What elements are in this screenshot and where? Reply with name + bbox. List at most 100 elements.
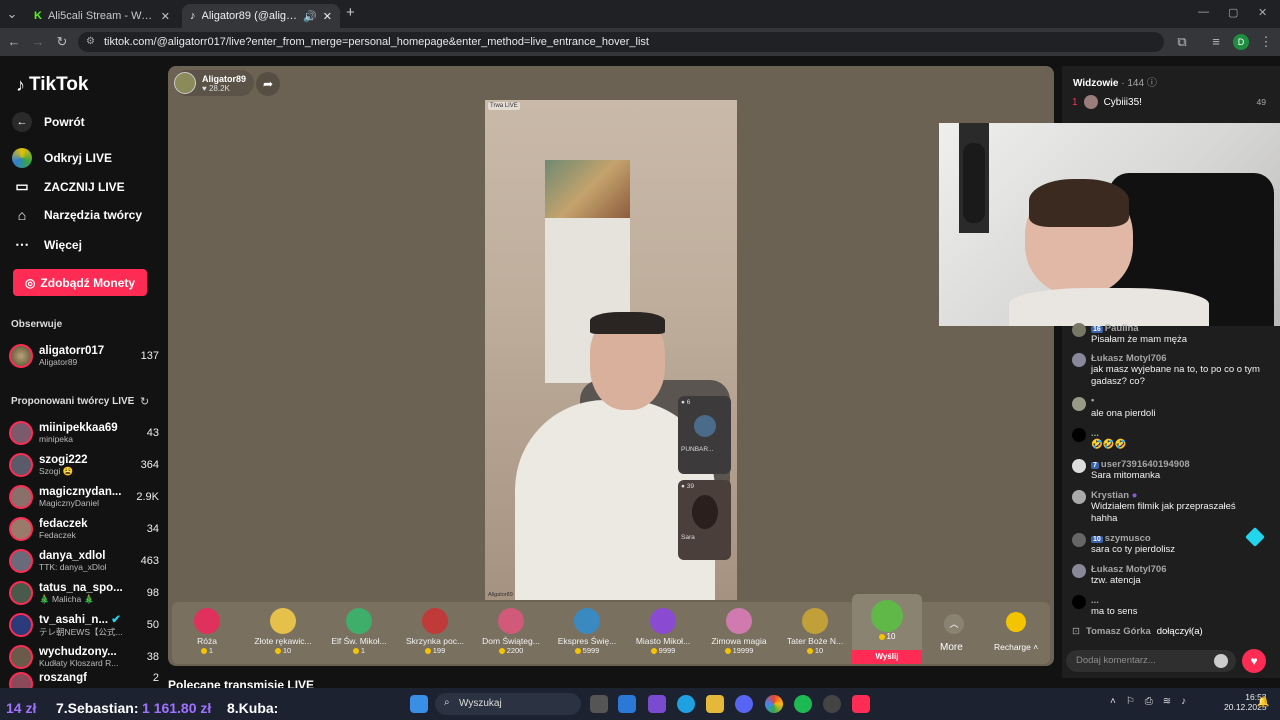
suggested-item[interactable]: tv_asahi_n... ✔ テレ朝NEWS【公式... 50 — [9, 610, 159, 640]
host-badge[interactable]: Aligator89 ♥ 28.2K — [174, 70, 255, 96]
featured-gift[interactable]: 10 Wyślij — [852, 594, 922, 664]
suggested-item[interactable]: magicznydan... MagicznyDaniel 2.9K — [9, 482, 159, 512]
tab-aligator[interactable]: ♪ Aligator89 (@aligatorr017) 🔊 ✕ — [182, 4, 340, 28]
nav-back[interactable]: ← Powrót — [12, 112, 85, 132]
avatar — [9, 581, 33, 605]
nav-more[interactable]: ⋯ Więcej — [12, 236, 82, 253]
suggested-item[interactable]: miinipekkaa69 minipeka 43 — [9, 418, 159, 448]
avatar — [1072, 595, 1086, 609]
chevron-up-icon[interactable]: ︿ — [944, 614, 964, 634]
ticker-amount: 1 161.80 zł — [142, 700, 212, 716]
chat-username: ... — [1091, 428, 1099, 439]
task-view-icon[interactable] — [590, 695, 608, 713]
avatar — [1072, 564, 1086, 578]
profile-avatar[interactable]: D — [1233, 34, 1249, 50]
comment-input[interactable]: Dodaj komentarz... — [1066, 650, 1236, 672]
maximize-icon[interactable]: ▢ — [1228, 6, 1238, 19]
train-gift-icon — [574, 608, 600, 634]
nav-start-live[interactable]: ▭ ZACZNIJ LIVE — [12, 178, 124, 195]
gift-item[interactable]: Tater Boże N... 10 — [780, 602, 850, 664]
copilot-icon[interactable] — [648, 695, 666, 713]
more-gifts-button[interactable]: More — [940, 642, 963, 653]
new-tab-button[interactable]: + — [346, 4, 355, 21]
spotify-icon[interactable] — [794, 695, 812, 713]
emoji-icon[interactable] — [1214, 654, 1228, 668]
avatar — [9, 645, 33, 669]
back-icon[interactable]: ← — [4, 28, 24, 56]
avatar — [9, 549, 33, 573]
obs-icon[interactable] — [823, 695, 841, 713]
gift-item[interactable]: Skrzynka poc... 199 — [400, 602, 470, 664]
tab-search-chevron-icon[interactable]: ⌄ — [2, 0, 22, 28]
gift-item[interactable]: Róża 1 — [172, 602, 242, 664]
live-player[interactable]: Aligator89 ♥ 28.2K ➦ Trwa LIVE Aligator8… — [168, 66, 1054, 666]
edge-icon[interactable] — [677, 695, 695, 713]
site-info-icon[interactable]: ⚙ — [86, 36, 95, 47]
browser-menu-icon[interactable]: ⋮ — [1256, 28, 1276, 56]
tiktok-app-icon[interactable] — [852, 695, 870, 713]
suggested-item[interactable]: szogi222 Szogi 😩 364 — [9, 450, 159, 480]
reload-icon[interactable]: ↻ — [52, 28, 72, 56]
top-viewer-row[interactable]: 1 Cybiii35! 49 — [1072, 95, 1266, 109]
share-button[interactable]: ➦ — [256, 72, 280, 96]
tiktok-logo[interactable]: ♪ TikTok — [16, 74, 88, 96]
tab-ali5cali[interactable]: K Ali5cali Stream - Watch Live on ✕ — [26, 4, 178, 28]
ticker-left: 14 zł — [6, 700, 37, 716]
extensions-icon[interactable]: ⧉ — [1172, 28, 1192, 56]
media-control-icon[interactable]: ≡ — [1206, 28, 1226, 56]
recharge-button[interactable]: Recharge ˄ — [994, 642, 1038, 652]
audio-playing-icon[interactable]: 🔊 — [303, 10, 317, 23]
send-gift-button[interactable]: Wyślij — [852, 650, 922, 664]
suggested-item[interactable]: wychudzony... Kudłaty Kloszard R... 38 — [9, 642, 159, 672]
discord-icon[interactable] — [735, 695, 753, 713]
nav-creator-tools[interactable]: ⌂ Narzędzia twórcy — [12, 207, 142, 223]
store-icon[interactable] — [618, 695, 636, 713]
host-avatar — [174, 72, 196, 94]
close-window-icon[interactable]: ✕ — [1258, 6, 1267, 19]
chat-text: ma to sens — [1091, 606, 1138, 617]
gift-item[interactable]: Dom Świąteg... 2200 — [476, 602, 546, 664]
suggested-item[interactable]: tatus_na_spo... 🎄 Malicha 🎄 98 — [9, 578, 159, 608]
suggested-item[interactable]: fedaczek Fedaczek 34 — [9, 514, 159, 544]
refresh-icon[interactable]: ↻ — [140, 395, 149, 408]
gift-item[interactable]: Złote rękawic... 10 — [248, 602, 318, 664]
recharge-coin-icon[interactable] — [1006, 612, 1026, 632]
gift-item[interactable]: Elf Św. Mikoł... 1 — [324, 602, 394, 664]
close-tab-icon[interactable]: ✕ — [161, 10, 170, 23]
like-heart-button[interactable]: ♥ — [1242, 649, 1266, 673]
poster-image — [545, 160, 630, 220]
viewer-count: 34 — [146, 523, 159, 535]
suggested-header: Proponowani twórcy LIVE — [11, 396, 135, 407]
get-coins-button[interactable]: ◎ Zdobądź Monety — [13, 269, 147, 296]
nav-discover-live[interactable]: Odkryj LIVE — [12, 148, 112, 168]
gift-price: 10 — [282, 646, 292, 655]
forward-icon[interactable]: → — [28, 28, 48, 56]
notification-icon[interactable]: 🔔 — [1257, 697, 1269, 708]
avatar — [1072, 533, 1086, 547]
guest-box[interactable]: ● 6 PUNBAR... — [678, 396, 731, 474]
suggested-item[interactable]: roszangf 2 — [9, 672, 159, 688]
minimize-icon[interactable]: — — [1198, 6, 1209, 18]
viewers-header[interactable]: Widzowie · 144 ⓘ — [1073, 74, 1157, 89]
join-icon: ⊡ — [1072, 626, 1080, 637]
taskbar-search[interactable]: Wyszukaj — [435, 693, 581, 715]
chrome-icon[interactable] — [765, 695, 783, 713]
guest-box[interactable]: ● 39 Sara — [678, 480, 731, 560]
elf-gift-icon — [346, 608, 372, 634]
windows-start-icon[interactable] — [410, 695, 428, 713]
viewer-count: 137 — [140, 350, 159, 362]
close-tab-icon[interactable]: ✕ — [323, 10, 332, 23]
join-username: Tomasz Górka — [1085, 626, 1151, 637]
chat-text: sara co ty pierdolisz — [1091, 544, 1175, 555]
gift-item[interactable]: Ekspres Świę... 5999 — [552, 602, 622, 664]
suggested-item[interactable]: danya_xdlol TTK: danya_xDlol 463 — [9, 546, 159, 576]
creator-sub: Szogi 😩 — [39, 465, 74, 476]
gift-item[interactable]: Zimowa magia 19999 — [704, 602, 774, 664]
search-icon: ⌕ — [444, 697, 450, 708]
gift-item[interactable]: Miasto Mikoł... 9999 — [628, 602, 698, 664]
file-explorer-icon[interactable] — [706, 695, 724, 713]
system-tray-icons[interactable]: ˄⚐⎙≋♪ — [1110, 696, 1196, 707]
url-input[interactable]: tiktok.com/@aligatorr017/live?enter_from… — [78, 32, 1164, 52]
following-item[interactable]: aligatorr017 Aligator89 137 — [9, 341, 159, 371]
chat-text: Sara mitomanka — [1091, 470, 1161, 481]
